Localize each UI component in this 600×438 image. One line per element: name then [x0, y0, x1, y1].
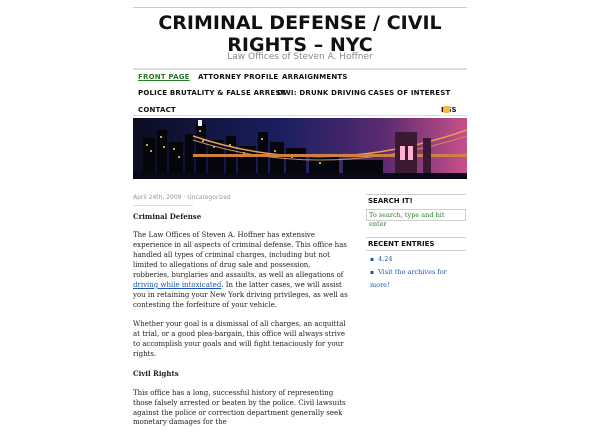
paragraph-text: The Law Offices of Steven A. Hoffner has…: [133, 231, 347, 280]
nav-item-dwi[interactable]: DWI: DRUNK DRIVING: [277, 89, 366, 97]
recent-entry-link[interactable]: 4.24: [370, 253, 466, 266]
post-meta-divider: [133, 205, 193, 206]
main-navigation: FRONT PAGE ATTORNEY PROFILE ARRAIGNMENTS…: [133, 73, 467, 114]
nav-item-contact[interactable]: CONTACT: [138, 106, 176, 114]
header-divider: [133, 68, 467, 70]
recent-entries-list: 4.24 Visit the archives for more!: [370, 253, 466, 292]
recent-entries-title: RECENT ENTRIES: [368, 240, 435, 248]
nav-item-police-brutality[interactable]: POLICE BRUTALITY & FALSE ARREST: [138, 89, 286, 97]
site-tagline: Law Offices of Steven A. Hoffner: [227, 52, 373, 62]
archives-link[interactable]: Visit the archives for more!: [370, 266, 466, 292]
nav-item-attorney-profile[interactable]: ATTORNEY PROFILE: [198, 73, 278, 81]
nav-item-cases-of-interest[interactable]: CASES OF INTEREST: [368, 89, 450, 97]
section-heading-criminal-defense: Criminal Defense: [133, 212, 202, 221]
site-title[interactable]: CRIMINAL DEFENSE / CIVIL RIGHTS – NYC: [133, 12, 467, 56]
paragraph-goals: Whether your goal is a dismissal of all …: [133, 320, 346, 358]
rss-feed-icon: [443, 106, 450, 113]
post-meta: April 24th, 2009 · Uncategorized: [133, 194, 231, 201]
header-banner-image: [133, 118, 467, 179]
sidebar: SEARCH IT! To search, type and hit enter…: [366, 194, 466, 292]
city-bridge-skyline-illustration: [133, 118, 467, 179]
paragraph-criminal-defense: The Law Offices of Steven A. Hoffner has…: [133, 231, 348, 310]
search-input[interactable]: To search, type and hit enter: [366, 209, 466, 228]
nav-item-front-page[interactable]: FRONT PAGE: [138, 73, 190, 81]
header-top-divider: [133, 7, 467, 8]
dwi-link[interactable]: driving while intoxicated: [133, 281, 221, 289]
sidebar-divider: [366, 250, 466, 251]
section-heading-civil-rights: Civil Rights: [133, 369, 179, 379]
nav-item-arraignments[interactable]: ARRAIGNMENTS: [282, 73, 348, 81]
nav-divider: [133, 115, 467, 116]
paragraph-civil-rights: This office has a long, successful histo…: [133, 388, 346, 427]
search-widget-title: SEARCH IT!: [368, 197, 413, 205]
page: CRIMINAL DEFENSE / CIVIL RIGHTS – NYC La…: [0, 0, 600, 426]
post-content: Criminal Defense The Law Offices of Stev…: [133, 212, 348, 438]
